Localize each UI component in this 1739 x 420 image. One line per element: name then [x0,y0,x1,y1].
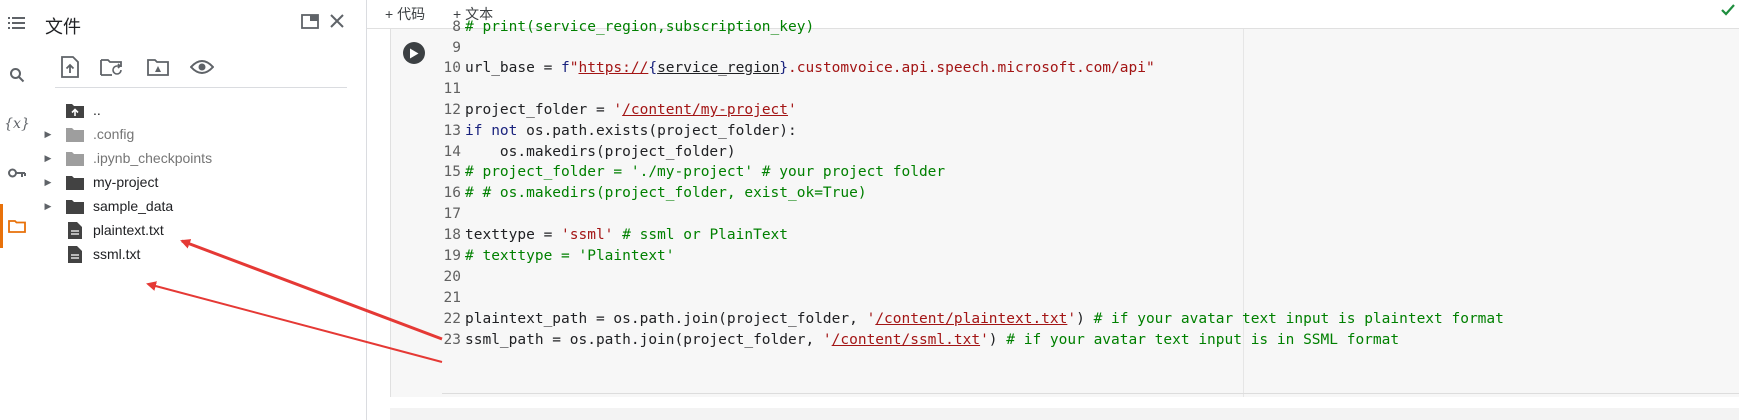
files-panel: 文件 .. ▶ .config ▶ .ipynb_checkpoints ▶ m… [33,0,367,420]
files-toolbar [55,52,355,82]
add-code-button[interactable]: + 代码 [385,3,425,25]
code-line: 23 ssml_path = os.path.join(project_folde… [443,332,1400,348]
close-icon[interactable] [326,10,348,32]
tree-item-label: .config [93,126,135,142]
tree-item-label: sample_data [93,198,174,214]
tree-item-ssml-txt[interactable]: ssml.txt [33,242,363,266]
code-line: 12 project_folder = '/content/my-project' [443,102,797,118]
code-line: 13 if not os.path.exists(project_folder): [443,123,797,139]
code-line: 21 [443,290,461,306]
code-line: 10 url_base = f"https://{service_region}.… [443,60,1155,76]
tree-item-my-project[interactable]: ▶ my-project [33,170,363,194]
tree-item-ipynb-checkpoints[interactable]: ▶ .ipynb_checkpoints [33,146,363,170]
folder-icon[interactable] [6,215,28,237]
code-line: 17 [443,206,461,222]
drive-folder-icon[interactable] [143,52,173,82]
code-line: 11 [443,81,461,97]
search-icon[interactable] [6,64,28,86]
key-icon[interactable] [6,162,28,184]
code-line: 20 [443,269,461,285]
folder-icon [65,122,85,146]
tree-item-label: plaintext.txt [93,222,164,238]
tree-item-config[interactable]: ▶ .config [33,122,363,146]
file-icon [65,242,85,266]
cell-bottom-line [442,393,1739,394]
left-rail: {x} [0,0,33,420]
expand-caret-icon[interactable]: ▶ [43,194,53,218]
tree-item-label: .. [93,102,101,118]
code-line: 22 plaintext_path = os.path.join(project_… [443,311,1504,327]
tree-item-label: .ipynb_checkpoints [93,150,213,166]
code-line: 18 texttype = 'ssml' # ssml or PlainText [443,227,789,243]
code-line: 15 # project_folder = './my-project' # yo… [443,164,946,180]
upload-icon[interactable] [55,52,85,82]
code-line: 19 # texttype = 'Plaintext' [443,248,675,264]
tree-item-label: ssml.txt [93,246,141,262]
toolbar-divider [55,87,347,88]
menu-icon[interactable] [6,12,28,34]
expand-caret-icon[interactable]: ▶ [43,146,53,170]
next-cell[interactable] [390,408,1739,420]
tree-item-parent[interactable]: .. [33,98,363,122]
folder-icon [65,170,85,194]
open-in-tab-icon[interactable] [299,10,321,32]
tree-item-sample-data[interactable]: ▶ sample_data [33,194,363,218]
code-cell[interactable]: 8 # print(service_region,subscription_key… [390,19,1739,397]
folder-icon [65,194,85,218]
expand-caret-icon[interactable]: ▶ [43,122,53,146]
variables-icon[interactable]: {x} [4,113,30,135]
code-editor[interactable]: 8 # print(service_region,subscription_key… [442,19,1739,397]
folder-icon [65,146,85,170]
code-line: 8 # print(service_region,subscription_key… [452,19,815,35]
tree-item-label: my-project [93,174,159,190]
file-icon [65,218,85,242]
code-line: 16 # # os.makedirs(project_folder, exist_… [443,185,867,201]
folder-up-icon [65,98,85,122]
check-icon [1721,4,1735,16]
panel-title: 文件 [45,17,81,37]
eye-icon[interactable] [187,52,217,82]
tree-item-plaintext-txt[interactable]: plaintext.txt [33,218,363,242]
active-indicator [0,204,3,248]
refresh-folder-icon[interactable] [97,52,127,82]
run-cell-button[interactable] [403,42,425,64]
expand-caret-icon[interactable]: ▶ [43,170,53,194]
